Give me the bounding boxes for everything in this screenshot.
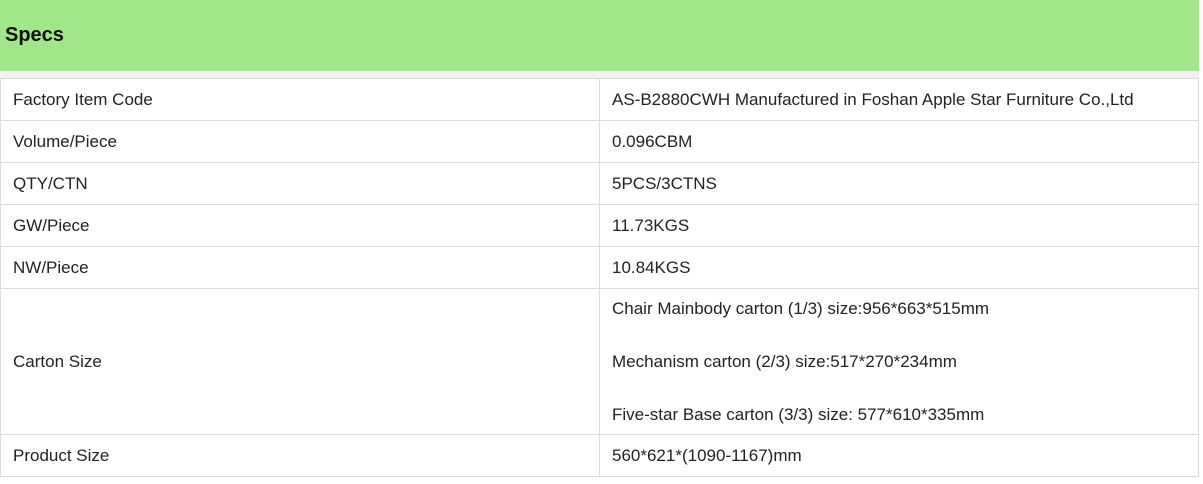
- specs-header: Specs: [0, 0, 1199, 71]
- carton-size-line: Chair Mainbody carton (1/3) size:956*663…: [612, 298, 990, 318]
- section-title: Specs: [5, 24, 64, 46]
- spec-label: Product Size: [0, 434, 600, 477]
- specs-table: Factory Item Code AS-B2880CWH Manufactur…: [0, 78, 1199, 477]
- spec-label: QTY/CTN: [0, 162, 600, 205]
- table-row-product-size: Product Size 560*621*(1090-1167)mm: [0, 434, 1199, 477]
- spec-value: 5PCS/3CTNS: [599, 162, 1199, 205]
- spec-label: Volume/Piece: [0, 120, 600, 163]
- spec-value-multiline: Chair Mainbody carton (1/3) size:956*663…: [599, 288, 1199, 435]
- table-row-nw-piece: NW/Piece 10.84KGS: [0, 246, 1199, 289]
- table-row-factory-item-code: Factory Item Code AS-B2880CWH Manufactur…: [0, 78, 1199, 121]
- table-row-carton-size: Carton Size Chair Mainbody carton (1/3) …: [0, 288, 1199, 435]
- spec-label: GW/Piece: [0, 204, 600, 247]
- spec-label: Factory Item Code: [0, 78, 600, 121]
- table-row-gw-piece: GW/Piece 11.73KGS: [0, 204, 1199, 247]
- spec-value: 0.096CBM: [599, 120, 1199, 163]
- spec-label: NW/Piece: [0, 246, 600, 289]
- table-row-volume-piece: Volume/Piece 0.096CBM: [0, 120, 1199, 163]
- spec-value: AS-B2880CWH Manufactured in Foshan Apple…: [599, 78, 1199, 121]
- carton-size-line: Five-star Base carton (3/3) size: 577*61…: [612, 404, 985, 424]
- carton-size-line: Mechanism carton (2/3) size:517*270*234m…: [612, 351, 957, 371]
- spec-value: 11.73KGS: [599, 204, 1199, 247]
- spec-value: 560*621*(1090-1167)mm: [599, 434, 1199, 477]
- table-row-qty-ctn: QTY/CTN 5PCS/3CTNS: [0, 162, 1199, 205]
- header-divider: [0, 71, 1199, 78]
- spec-label: Carton Size: [0, 288, 600, 435]
- spec-value: 10.84KGS: [599, 246, 1199, 289]
